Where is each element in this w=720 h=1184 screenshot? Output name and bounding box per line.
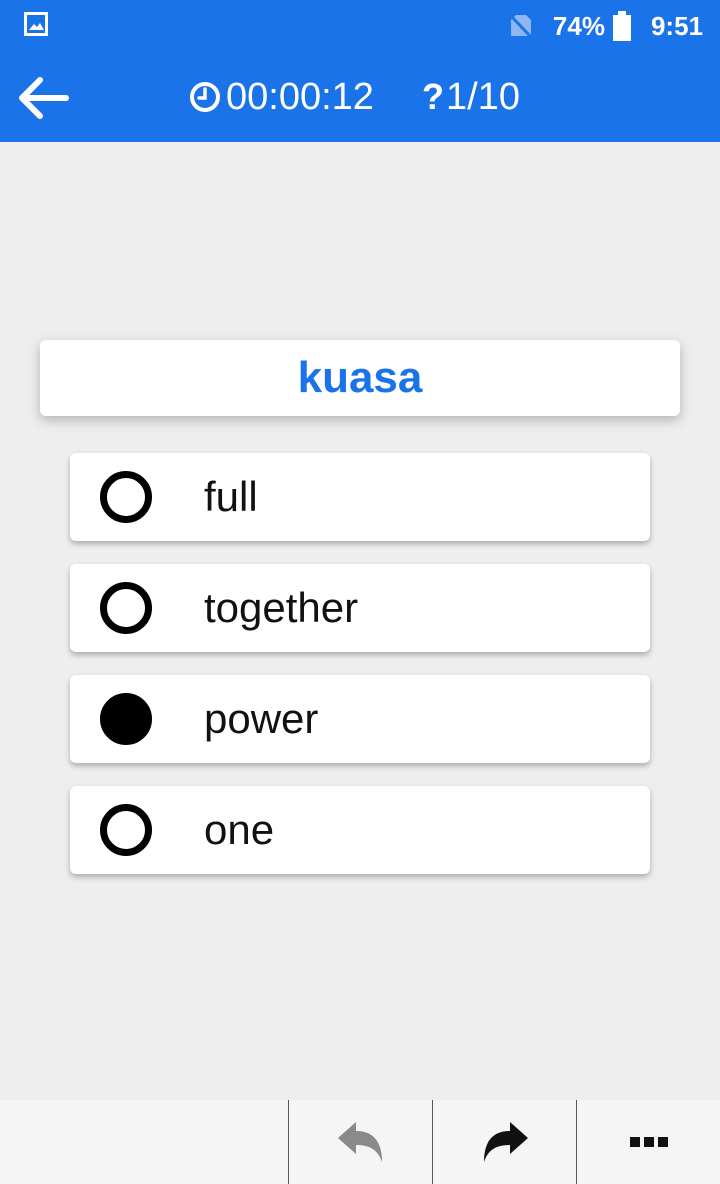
battery-icon	[612, 11, 631, 41]
option-one[interactable]: one	[70, 786, 650, 874]
redo-button[interactable]	[433, 1100, 576, 1184]
clock-icon	[190, 82, 220, 112]
option-full[interactable]: full	[70, 453, 650, 541]
redo-icon	[483, 1122, 528, 1162]
question-card: kuasa	[40, 340, 680, 416]
battery-percent: 74%	[552, 10, 605, 41]
more-icon	[629, 1137, 668, 1147]
option-label: together	[204, 584, 359, 631]
radio-button[interactable]	[100, 582, 152, 634]
timer-value: 00:00:12	[226, 75, 374, 118]
arrow-back-icon	[19, 77, 69, 119]
undo-button[interactable]	[289, 1100, 432, 1184]
radio-button[interactable]	[100, 471, 152, 523]
no-sim-icon	[509, 14, 532, 39]
back-button[interactable]	[14, 70, 74, 126]
more-button[interactable]	[577, 1100, 720, 1184]
question-mark-icon: ?	[422, 76, 444, 117]
option-label: full	[204, 473, 258, 520]
progress-value: 1/10	[446, 75, 520, 118]
status-right: 74% 9:51	[509, 0, 703, 52]
option-label: one	[204, 806, 275, 853]
image-notification-icon	[24, 12, 48, 36]
status-time: 9:51	[650, 10, 703, 41]
option-power[interactable]: power	[70, 675, 650, 763]
radio-button[interactable]	[100, 804, 152, 856]
option-together[interactable]: together	[70, 564, 650, 652]
radio-button-selected[interactable]	[100, 693, 152, 745]
status-bar: 74% 9:51	[0, 0, 720, 52]
question-progress: ? 1/10	[422, 52, 520, 142]
question-word: kuasa	[297, 353, 423, 402]
undo-icon	[337, 1122, 382, 1162]
app-bar: 00:00:12 ? 1/10	[0, 52, 720, 142]
option-label: power	[204, 695, 319, 742]
timer: 00:00:12	[188, 52, 374, 142]
